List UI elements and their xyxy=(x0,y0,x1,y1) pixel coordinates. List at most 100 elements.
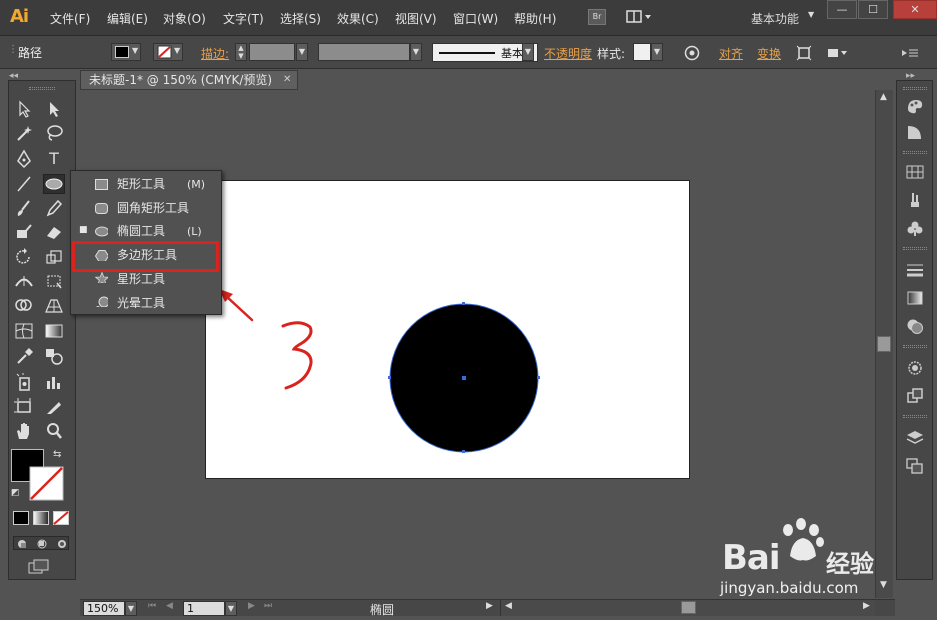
horizontal-scrollbar[interactable]: ◀ ▶ xyxy=(500,600,875,616)
symbol-sprayer-tool[interactable] xyxy=(13,372,35,392)
graphic-styles-panel-icon[interactable] xyxy=(905,387,925,405)
transform-link[interactable]: 变换 xyxy=(757,45,781,62)
artboard-number-field[interactable]: 1 xyxy=(183,601,225,616)
stroke-weight-dropdown[interactable]: ▼ xyxy=(296,43,308,61)
blend-tool[interactable] xyxy=(43,346,65,366)
scroll-down-icon[interactable]: ▼ xyxy=(880,580,887,590)
fill-swatch[interactable]: ▼ xyxy=(111,43,141,61)
artboard-tool[interactable] xyxy=(13,397,35,417)
close-tab-icon[interactable]: ✕ xyxy=(283,71,291,89)
flyout-item-rounded-rectangle[interactable]: 圆角矩形工具 xyxy=(71,197,221,220)
shape-builder-tool[interactable] xyxy=(13,296,35,316)
isolate-selection-icon[interactable] xyxy=(796,45,812,61)
lasso-tool[interactable] xyxy=(43,123,65,143)
hand-tool[interactable] xyxy=(13,421,35,441)
menu-window[interactable]: 窗口(W) xyxy=(453,10,498,27)
gradient-mode-button[interactable] xyxy=(33,511,49,525)
align-link[interactable]: 对齐 xyxy=(719,45,743,62)
first-artboard-icon[interactable]: ⏮ xyxy=(148,601,156,611)
artboards-panel-icon[interactable] xyxy=(905,457,925,475)
swap-colors-icon[interactable]: ⇆ xyxy=(53,449,61,460)
blob-brush-tool[interactable] xyxy=(13,222,35,242)
flyout-item-ellipse[interactable]: ■ 椭圆工具 (L) xyxy=(71,220,221,243)
zoom-dropdown[interactable]: ▼ xyxy=(125,601,137,616)
gradient-tool[interactable] xyxy=(43,321,65,341)
recolor-artwork-icon[interactable] xyxy=(684,45,700,61)
zoom-tool[interactable] xyxy=(43,421,65,441)
bridge-button[interactable]: Br xyxy=(588,9,606,25)
rotate-tool[interactable] xyxy=(13,247,35,267)
zoom-level-field[interactable]: 150% xyxy=(83,601,125,616)
menu-help[interactable]: 帮助(H) xyxy=(514,10,556,27)
arrange-objects-icon[interactable] xyxy=(826,45,850,61)
anchor-point[interactable] xyxy=(462,302,465,305)
stroke-color-box[interactable] xyxy=(29,466,64,501)
default-colors-icon[interactable]: ◩ xyxy=(11,488,20,498)
scroll-left-icon[interactable]: ◀ xyxy=(505,601,512,611)
menu-object[interactable]: 对象(O) xyxy=(163,10,206,27)
free-transform-tool[interactable] xyxy=(43,271,65,291)
brushes-panel-icon[interactable] xyxy=(905,191,925,209)
arrange-documents-button[interactable] xyxy=(626,9,654,25)
type-tool[interactable]: T xyxy=(43,149,65,169)
eraser-tool[interactable] xyxy=(43,222,65,242)
color-guide-panel-icon[interactable] xyxy=(905,123,925,141)
previous-artboard-icon[interactable]: ◀ xyxy=(166,601,173,611)
last-artboard-icon[interactable]: ⏭ xyxy=(264,601,272,611)
paintbrush-tool[interactable] xyxy=(13,198,35,218)
perspective-grid-tool[interactable] xyxy=(43,296,65,316)
opacity-link[interactable]: 不透明度 xyxy=(544,45,592,62)
ellipse-tool[interactable] xyxy=(43,174,65,194)
selected-circle[interactable] xyxy=(387,300,543,456)
menu-view[interactable]: 视图(V) xyxy=(395,10,437,27)
layers-panel-icon[interactable] xyxy=(905,429,925,447)
stroke-panel-icon[interactable] xyxy=(905,261,925,279)
color-mode-button[interactable] xyxy=(13,511,29,525)
document-tab[interactable]: 未标题-1* @ 150% (CMYK/预览) ✕ xyxy=(80,70,298,90)
workspace-switcher[interactable]: 基本功能 xyxy=(751,10,799,27)
stroke-label-link[interactable]: 描边: xyxy=(201,45,229,62)
anchor-point[interactable] xyxy=(388,376,391,379)
screen-mode-icon[interactable] xyxy=(28,559,50,575)
graphic-style-dropdown[interactable]: ▼ xyxy=(651,43,663,61)
color-panel-icon[interactable] xyxy=(905,97,925,115)
column-graph-tool[interactable] xyxy=(43,372,65,392)
transparency-panel-icon[interactable] xyxy=(905,317,925,335)
minimize-button[interactable]: — xyxy=(827,0,857,19)
next-artboard-icon[interactable]: ▶ xyxy=(248,601,255,611)
none-mode-button[interactable] xyxy=(53,511,69,525)
variable-width-field[interactable] xyxy=(318,43,410,61)
anchor-point[interactable] xyxy=(537,376,540,379)
stroke-profile-dropdown[interactable]: ▼ xyxy=(522,43,534,61)
symbols-panel-icon[interactable] xyxy=(905,219,925,237)
menu-edit[interactable]: 编辑(E) xyxy=(107,10,148,27)
variable-width-dropdown[interactable]: ▼ xyxy=(410,43,422,61)
pencil-tool[interactable] xyxy=(43,198,65,218)
direct-selection-tool[interactable] xyxy=(43,99,65,119)
scroll-right-icon[interactable]: ▶ xyxy=(863,601,870,611)
gradient-panel-icon[interactable] xyxy=(905,289,925,307)
menu-file[interactable]: 文件(F) xyxy=(50,10,90,27)
artboard-dropdown[interactable]: ▼ xyxy=(225,601,237,616)
menu-effect[interactable]: 效果(C) xyxy=(337,10,379,27)
graphic-style-swatch[interactable] xyxy=(633,43,651,61)
stroke-swatch[interactable]: ▼ xyxy=(153,43,183,61)
vertical-scroll-thumb[interactable] xyxy=(877,336,891,352)
eyedropper-tool[interactable] xyxy=(13,346,35,366)
appearance-panel-icon[interactable] xyxy=(905,359,925,377)
close-button[interactable]: ✕ xyxy=(893,0,937,19)
selection-tool[interactable] xyxy=(13,99,35,119)
panel-menu-icon[interactable] xyxy=(900,46,920,60)
anchor-point[interactable] xyxy=(462,450,465,453)
pen-tool[interactable] xyxy=(13,149,35,169)
scroll-up-icon[interactable]: ▲ xyxy=(880,92,887,102)
slice-tool[interactable] xyxy=(43,397,65,417)
line-segment-tool[interactable] xyxy=(13,174,35,194)
width-tool[interactable] xyxy=(13,271,35,291)
mesh-tool[interactable] xyxy=(13,321,35,341)
scale-tool[interactable] xyxy=(43,247,65,267)
swatches-panel-icon[interactable] xyxy=(905,163,925,181)
maximize-button[interactable]: ☐ xyxy=(858,0,888,19)
stroke-weight-stepper[interactable]: ▲ ▼ xyxy=(235,43,247,61)
menu-select[interactable]: 选择(S) xyxy=(280,10,321,27)
